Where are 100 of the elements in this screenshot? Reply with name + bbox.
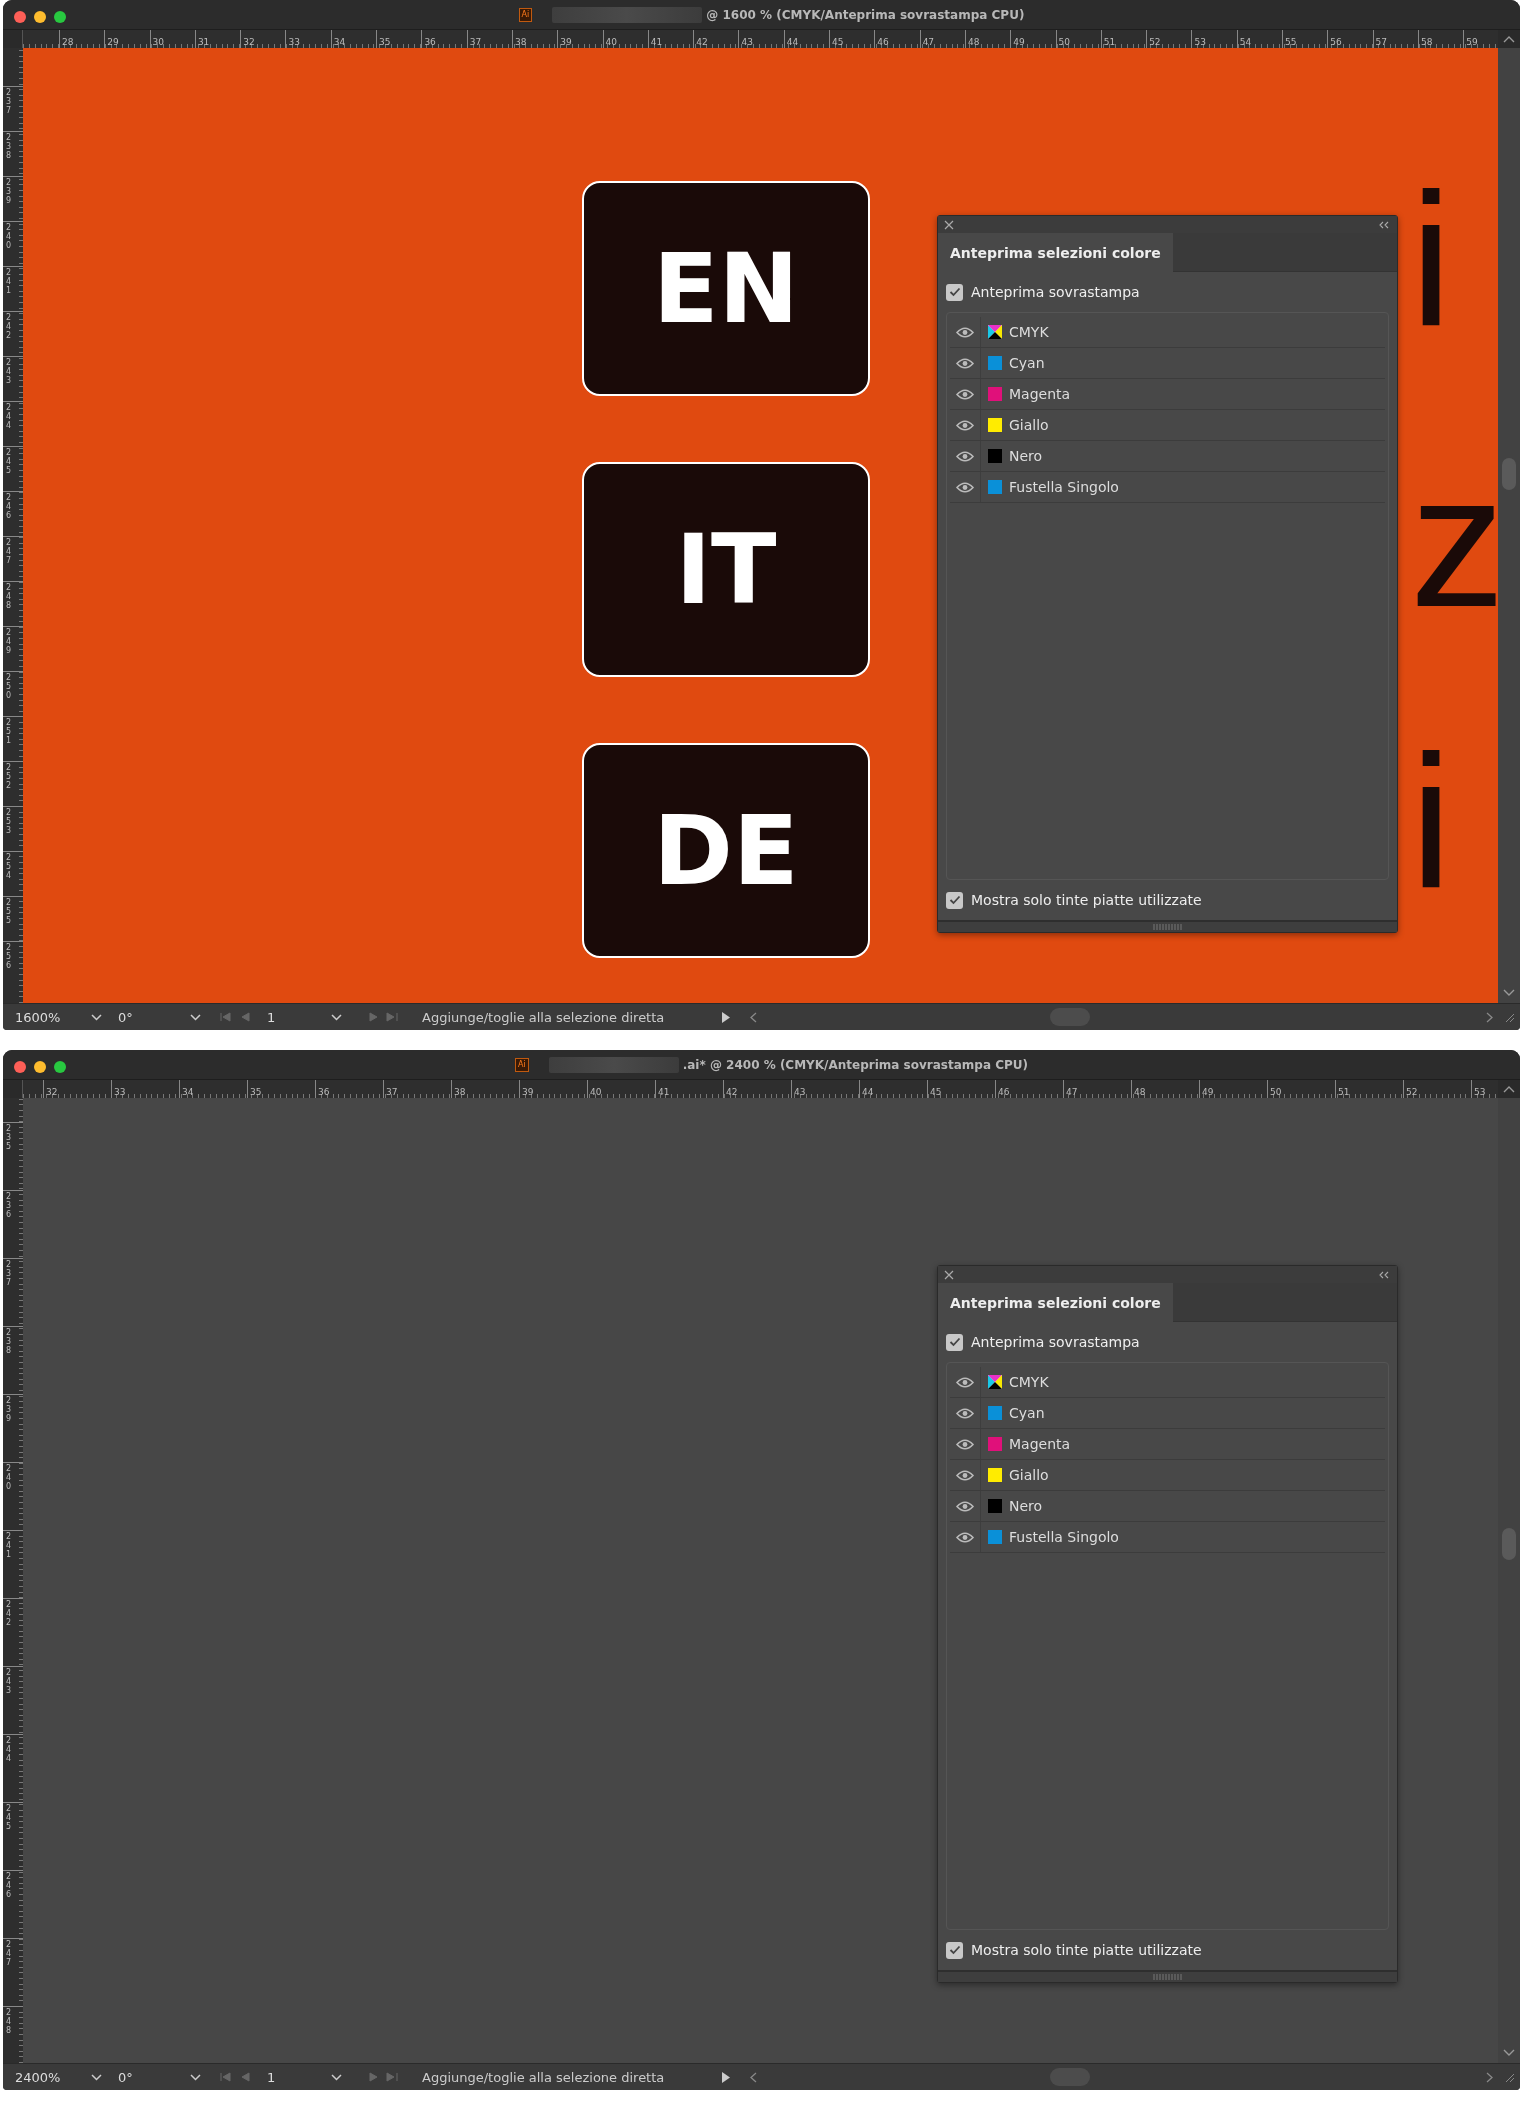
rotation-field[interactable]: 0°: [110, 2069, 190, 2085]
ruler-number: 39: [559, 37, 572, 48]
zoom-level[interactable]: 1600%: [3, 1009, 91, 1025]
eye-icon[interactable]: [956, 419, 974, 431]
panel-tab[interactable]: Anteprima selezioni colore: [938, 1283, 1173, 1322]
window-title: .ai* @ 2400 % (CMYK/Anteprima sovrastampa CPU): [682, 1057, 1028, 1072]
overprint-checkbox[interactable]: Anteprima sovrastampa: [946, 272, 1389, 312]
separation-row[interactable]: Giallo: [950, 410, 1385, 441]
caret-icon[interactable]: [190, 2073, 201, 2081]
separation-row[interactable]: Cyan: [950, 1398, 1385, 1429]
artboard-field[interactable]: 1: [267, 1009, 331, 1025]
ruler-number: 242: [6, 1599, 12, 1628]
scroll-left-icon[interactable]: [750, 1011, 757, 1023]
language-tile: IT: [582, 462, 870, 677]
ruler-number: 239: [6, 177, 12, 206]
separation-row[interactable]: Magenta: [950, 379, 1385, 410]
separation-row[interactable]: Nero: [950, 441, 1385, 472]
tool-hint: Aggiunge/toglie alla selezione diretta: [422, 2069, 666, 2085]
scroll-right-icon[interactable]: [1486, 1011, 1493, 1023]
collapse-icon[interactable]: [1379, 1270, 1389, 1279]
resize-grip-icon[interactable]: [1503, 2071, 1515, 2083]
ruler-number: 243: [6, 357, 12, 386]
separation-row[interactable]: Cyan: [950, 348, 1385, 379]
ruler-number: 49: [1201, 1087, 1214, 1098]
caret-icon[interactable]: [331, 1013, 342, 1021]
ruler-number: 37: [385, 1087, 398, 1098]
ruler-number: 58: [1419, 37, 1433, 48]
ruler-number: 40: [589, 1087, 602, 1098]
minimize-button[interactable]: [34, 11, 46, 23]
separation-row[interactable]: Fustella Singolo: [950, 1522, 1385, 1553]
close-icon[interactable]: [944, 219, 954, 230]
separation-row[interactable]: Fustella Singolo: [950, 472, 1385, 503]
eye-icon[interactable]: [956, 450, 974, 462]
ruler-number: 51: [1337, 1087, 1350, 1098]
eye-icon[interactable]: [956, 1407, 974, 1419]
eye-icon[interactable]: [956, 357, 974, 369]
ruler-number: 253: [6, 807, 12, 836]
close-icon[interactable]: [944, 1269, 954, 1280]
checkmark-icon: [948, 1337, 961, 1347]
scroll-right-icon[interactable]: [1486, 2071, 1493, 2083]
ruler-number: 28: [61, 37, 74, 48]
overprint-checkbox[interactable]: Anteprima sovrastampa: [946, 1322, 1389, 1362]
separation-row[interactable]: Giallo: [950, 1460, 1385, 1491]
separation-row[interactable]: Magenta: [950, 1429, 1385, 1460]
ruler-number: 241: [6, 1531, 12, 1560]
ruler-number: 29: [106, 37, 119, 48]
resize-grip-icon[interactable]: [1503, 1011, 1515, 1023]
minimize-button[interactable]: [34, 1061, 46, 1073]
close-button[interactable]: [14, 11, 26, 23]
panel-tab[interactable]: Anteprima selezioni colore: [938, 233, 1173, 272]
scroll-down-icon[interactable]: [1503, 989, 1515, 997]
rotation-field[interactable]: 0°: [110, 1009, 190, 1025]
caret-icon[interactable]: [331, 2073, 342, 2081]
close-button[interactable]: [14, 1061, 26, 1073]
eye-icon[interactable]: [956, 1500, 974, 1512]
eye-icon[interactable]: [956, 1469, 974, 1481]
eye-icon[interactable]: [956, 1438, 974, 1450]
zoom-button[interactable]: [54, 11, 66, 23]
play-icon[interactable]: [722, 1011, 730, 1023]
ruler-number: 52: [1148, 37, 1161, 48]
vertical-scrollbar[interactable]: [1498, 48, 1520, 1003]
scroll-thumb[interactable]: [1502, 1528, 1516, 1560]
scroll-up-icon[interactable]: [1503, 35, 1515, 43]
scroll-down-icon[interactable]: [1503, 2049, 1515, 2057]
ruler-number: 50: [1269, 1087, 1282, 1098]
ruler-number: 235: [6, 1123, 12, 1152]
eye-icon[interactable]: [956, 1531, 974, 1543]
ruler-number: 52: [1405, 1087, 1418, 1098]
ruler-number: 36: [423, 37, 436, 48]
ruler-number: 252: [6, 762, 12, 791]
ruler-number: 31: [196, 37, 210, 48]
scroll-up-icon[interactable]: [1503, 1085, 1515, 1093]
caret-icon[interactable]: [190, 1013, 201, 1021]
separation-row[interactable]: CMYK: [950, 1367, 1385, 1398]
eye-icon[interactable]: [956, 481, 974, 493]
collapse-icon[interactable]: [1379, 220, 1389, 229]
scroll-left-icon[interactable]: [750, 2071, 757, 2083]
zoom-level[interactable]: 2400%: [3, 2069, 91, 2085]
caret-icon[interactable]: [91, 1013, 102, 1021]
eye-icon[interactable]: [956, 1376, 974, 1388]
spot-colors-checkbox[interactable]: Mostra solo tinte piatte utilizzate: [946, 1930, 1389, 1970]
vertical-scrollbar[interactable]: [1498, 1098, 1520, 2063]
eye-icon[interactable]: [956, 326, 974, 338]
scroll-thumb[interactable]: [1502, 458, 1516, 490]
separation-row[interactable]: CMYK: [950, 317, 1385, 348]
ruler-number: 48: [966, 37, 980, 48]
ruler-number: 246: [6, 492, 12, 521]
resize-grip-icon[interactable]: [1152, 924, 1183, 930]
play-icon[interactable]: [722, 2071, 730, 2083]
ruler-number: 238: [6, 1327, 12, 1356]
window-title: @ 1600 % (CMYK/Anteprima sovrastampa CPU): [706, 7, 1025, 22]
artboard-field[interactable]: 1: [267, 2069, 331, 2085]
ruler-number: 57: [1374, 37, 1388, 48]
ruler-number: 244: [6, 402, 12, 431]
separation-row[interactable]: Nero: [950, 1491, 1385, 1522]
resize-grip-icon[interactable]: [1152, 1974, 1183, 1980]
eye-icon[interactable]: [956, 388, 974, 400]
spot-colors-checkbox[interactable]: Mostra solo tinte piatte utilizzate: [946, 880, 1389, 920]
caret-icon[interactable]: [91, 2073, 102, 2081]
zoom-button[interactable]: [54, 1061, 66, 1073]
